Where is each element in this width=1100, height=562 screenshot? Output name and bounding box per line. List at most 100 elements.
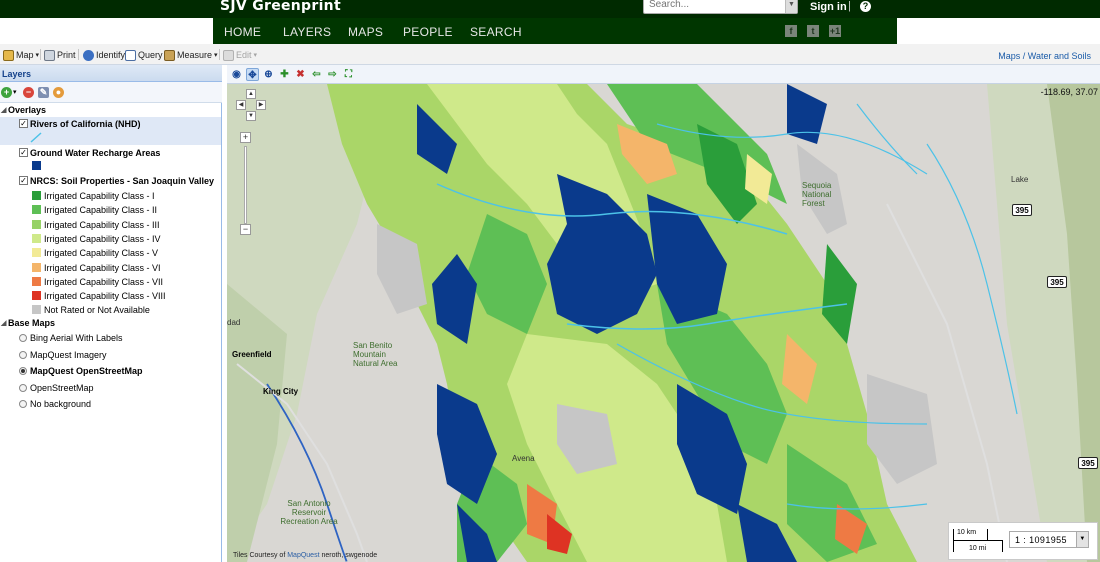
twitter-icon[interactable]: t [807, 25, 819, 37]
legend-row: Irrigated Capability Class - VII [0, 275, 221, 290]
zoom-in-icon[interactable]: ✚ [278, 68, 291, 81]
query-button[interactable]: Query [125, 48, 163, 62]
max-extent-icon[interactable]: ⛶ [342, 68, 355, 81]
overlays-group[interactable]: ◢ Overlays [0, 103, 221, 118]
previous-extent-icon[interactable]: ⇦ [310, 68, 323, 81]
groundwater-checkbox[interactable]: ✓ [19, 148, 28, 157]
basemap-bing[interactable]: Bing Aerial With Labels [0, 331, 221, 346]
pan-icon[interactable]: ✥ [246, 68, 259, 81]
breadcrumb-maps[interactable]: Maps [998, 51, 1020, 61]
collapse-arrow-icon[interactable]: ◢ [1, 106, 6, 114]
nav-maps[interactable]: MAPS [348, 25, 383, 39]
top-bar: SJV Greenprint ▼ Sign in | ? [0, 0, 1100, 18]
print-button[interactable]: Print [44, 48, 76, 62]
help-icon[interactable]: ? [860, 1, 871, 12]
legend-label: Irrigated Capability Class - IV [44, 233, 161, 244]
legend-label: Irrigated Capability Class - III [44, 219, 160, 230]
scale-widget: 10 km 10 mi 1 : 1091955 ▼ [948, 522, 1098, 560]
collapse-arrow-icon[interactable]: ◢ [1, 319, 6, 327]
basemap-mapquest-osm-label: MapQuest OpenStreetMap [30, 366, 143, 376]
breadcrumb-current[interactable]: Water and Soils [1028, 51, 1091, 61]
remove-layer-icon[interactable]: − [23, 87, 34, 98]
zoom-plus-icon[interactable]: + [240, 132, 251, 143]
nav-search[interactable]: SEARCH [470, 25, 522, 39]
pan-up-icon[interactable]: ▲ [246, 89, 256, 99]
nav-layers[interactable]: LAYERS [283, 25, 331, 39]
basemap-mapquest-imagery-radio[interactable] [19, 351, 27, 359]
legend-swatch [32, 291, 41, 301]
nav-people[interactable]: PEOPLE [403, 25, 453, 39]
nrcs-checkbox[interactable]: ✓ [19, 176, 28, 185]
ruler-icon [164, 49, 175, 61]
nav-home[interactable]: HOME [224, 25, 261, 39]
map-canvas[interactable]: ▲ ◀ ▶ ▼ + − -118.69, 37.07 Greenfield Ki… [227, 84, 1100, 562]
measure-menu-button[interactable]: Measure ▾ [164, 48, 218, 62]
search-input[interactable] [644, 0, 774, 11]
header-separator: | [848, 0, 851, 12]
place-king-city: King City [263, 387, 299, 396]
style-icon[interactable]: ● [53, 87, 64, 98]
legend-label: Irrigated Capability Class - VIII [44, 291, 166, 302]
chevron-down-icon[interactable]: ▼ [1076, 532, 1088, 547]
legend-swatch [32, 233, 41, 243]
basemaps-group[interactable]: ◢ Base Maps [0, 316, 221, 331]
attribution-prefix: Tiles Courtesy of [233, 552, 286, 559]
basemap-none-radio[interactable] [19, 400, 27, 408]
map-menu-button[interactable]: Map ▾ [3, 48, 39, 62]
basemap-mapquest-osm-radio[interactable] [19, 367, 27, 375]
place-sequoia: Sequoia National Forest [802, 181, 832, 208]
sign-in-link[interactable]: Sign in [810, 1, 847, 13]
pan-down-icon[interactable]: ▼ [246, 111, 256, 121]
measure-label: Measure [177, 50, 213, 60]
basemap-osm-radio[interactable] [19, 384, 27, 392]
layer-nrcs[interactable]: ✓ NRCS: Soil Properties - San Joaquin Va… [0, 174, 221, 189]
basemap-mapquest-osm[interactable]: MapQuest OpenStreetMap [0, 364, 221, 379]
legend-swatch [32, 248, 41, 258]
legend-row: Irrigated Capability Class - III [0, 218, 221, 233]
rivers-checkbox[interactable]: ✓ [19, 119, 28, 128]
basemap-none[interactable]: No background [0, 397, 221, 412]
zoom-minus-icon[interactable]: − [240, 224, 251, 235]
zoom-box-icon[interactable]: ⊕ [262, 68, 275, 81]
site-brand[interactable]: SJV Greenprint [220, 0, 341, 14]
wrench-icon[interactable]: ✎ [38, 87, 49, 98]
basemap-osm[interactable]: OpenStreetMap [0, 381, 221, 396]
zoom-slider[interactable] [244, 146, 247, 224]
legend-row: Irrigated Capability Class - V [0, 246, 221, 261]
zoom-out-icon[interactable]: ✖ [294, 68, 307, 81]
legend-swatch [32, 262, 41, 272]
add-layer-icon[interactable]: + [1, 87, 12, 98]
place-san-benito: San Benito Mountain Natural Area [353, 341, 398, 368]
basemap-mapquest-imagery[interactable]: MapQuest Imagery [0, 348, 221, 363]
attribution-suffix: neroth, swgenode [321, 552, 378, 559]
next-extent-icon[interactable]: ⇨ [326, 68, 339, 81]
layer-groundwater[interactable]: ✓ Ground Water Recharge Areas [0, 146, 221, 174]
facebook-icon[interactable]: f [785, 25, 797, 37]
scale-ratio-select[interactable]: 1 : 1091955 ▼ [1009, 531, 1089, 548]
pan-left-icon[interactable]: ◀ [236, 100, 246, 110]
pan-right-icon[interactable]: ▶ [256, 100, 266, 110]
chevron-down-icon[interactable]: ▾ [13, 88, 17, 96]
print-label: Print [57, 50, 76, 60]
layer-rivers[interactable]: ✓ Rivers of California (NHD) [0, 117, 221, 145]
highway-shield-395: 395 [1078, 457, 1098, 469]
attribution-link[interactable]: MapQuest [287, 552, 319, 559]
place-san-antonio: San Antonio Reservoir Recreation Area [280, 499, 338, 526]
place-dad: dad [227, 318, 241, 327]
basemap-bing-radio[interactable] [19, 334, 27, 342]
full-extent-icon[interactable]: ◉ [230, 68, 243, 81]
edit-menu-button[interactable]: Edit ▾ [223, 48, 257, 62]
google-plus-icon[interactable]: +1 [829, 25, 841, 37]
identify-label: Identify [96, 50, 126, 60]
site-search[interactable]: ▼ [643, 0, 798, 14]
legend-swatch [32, 191, 41, 200]
chevron-down-icon: ▾ [253, 52, 258, 59]
toolbar-divider [219, 49, 220, 60]
legend-swatch [32, 205, 41, 215]
breadcrumb-separator: / [1020, 51, 1028, 61]
groundwater-label: Ground Water Recharge Areas [30, 148, 161, 158]
rivers-label: Rivers of California (NHD) [30, 119, 141, 129]
search-dropdown-icon[interactable]: ▼ [785, 0, 797, 13]
main-nav: HOME LAYERS MAPS PEOPLE SEARCH f t +1 [213, 18, 897, 44]
identify-button[interactable]: Identify [83, 48, 125, 62]
